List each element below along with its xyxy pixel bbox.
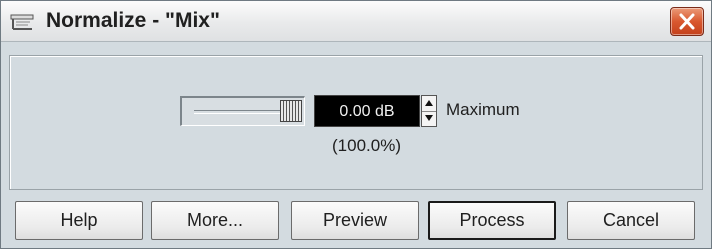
arrow-down-icon [425, 115, 433, 121]
app-icon [10, 14, 34, 30]
level-spinner[interactable] [421, 95, 437, 127]
more-button[interactable]: More... [151, 201, 279, 240]
normalize-dialog: Normalize - "Mix" 0.00 dB Maximum (100.0… [0, 0, 712, 249]
preview-button[interactable]: Preview [291, 201, 419, 240]
mode-label: Maximum [446, 100, 520, 119]
help-button[interactable]: Help [15, 201, 143, 240]
close-button[interactable] [670, 7, 704, 36]
slider-thumb[interactable] [280, 100, 302, 122]
title-bar[interactable]: Normalize - "Mix" [1, 1, 711, 42]
percent-label: (100.0%) [332, 136, 401, 155]
level-value-field[interactable]: 0.00 dB [314, 95, 420, 127]
close-icon [679, 13, 695, 30]
spin-up-button[interactable] [422, 96, 436, 112]
window-title: Normalize - "Mix" [46, 9, 220, 32]
cancel-button[interactable]: Cancel [567, 201, 695, 240]
arrow-up-icon [425, 100, 433, 106]
slider-track [194, 110, 288, 114]
process-button[interactable]: Process [428, 201, 556, 240]
level-slider[interactable] [180, 96, 305, 126]
spin-down-button[interactable] [422, 111, 436, 126]
normalize-panel: 0.00 dB Maximum (100.0%) [9, 55, 703, 190]
